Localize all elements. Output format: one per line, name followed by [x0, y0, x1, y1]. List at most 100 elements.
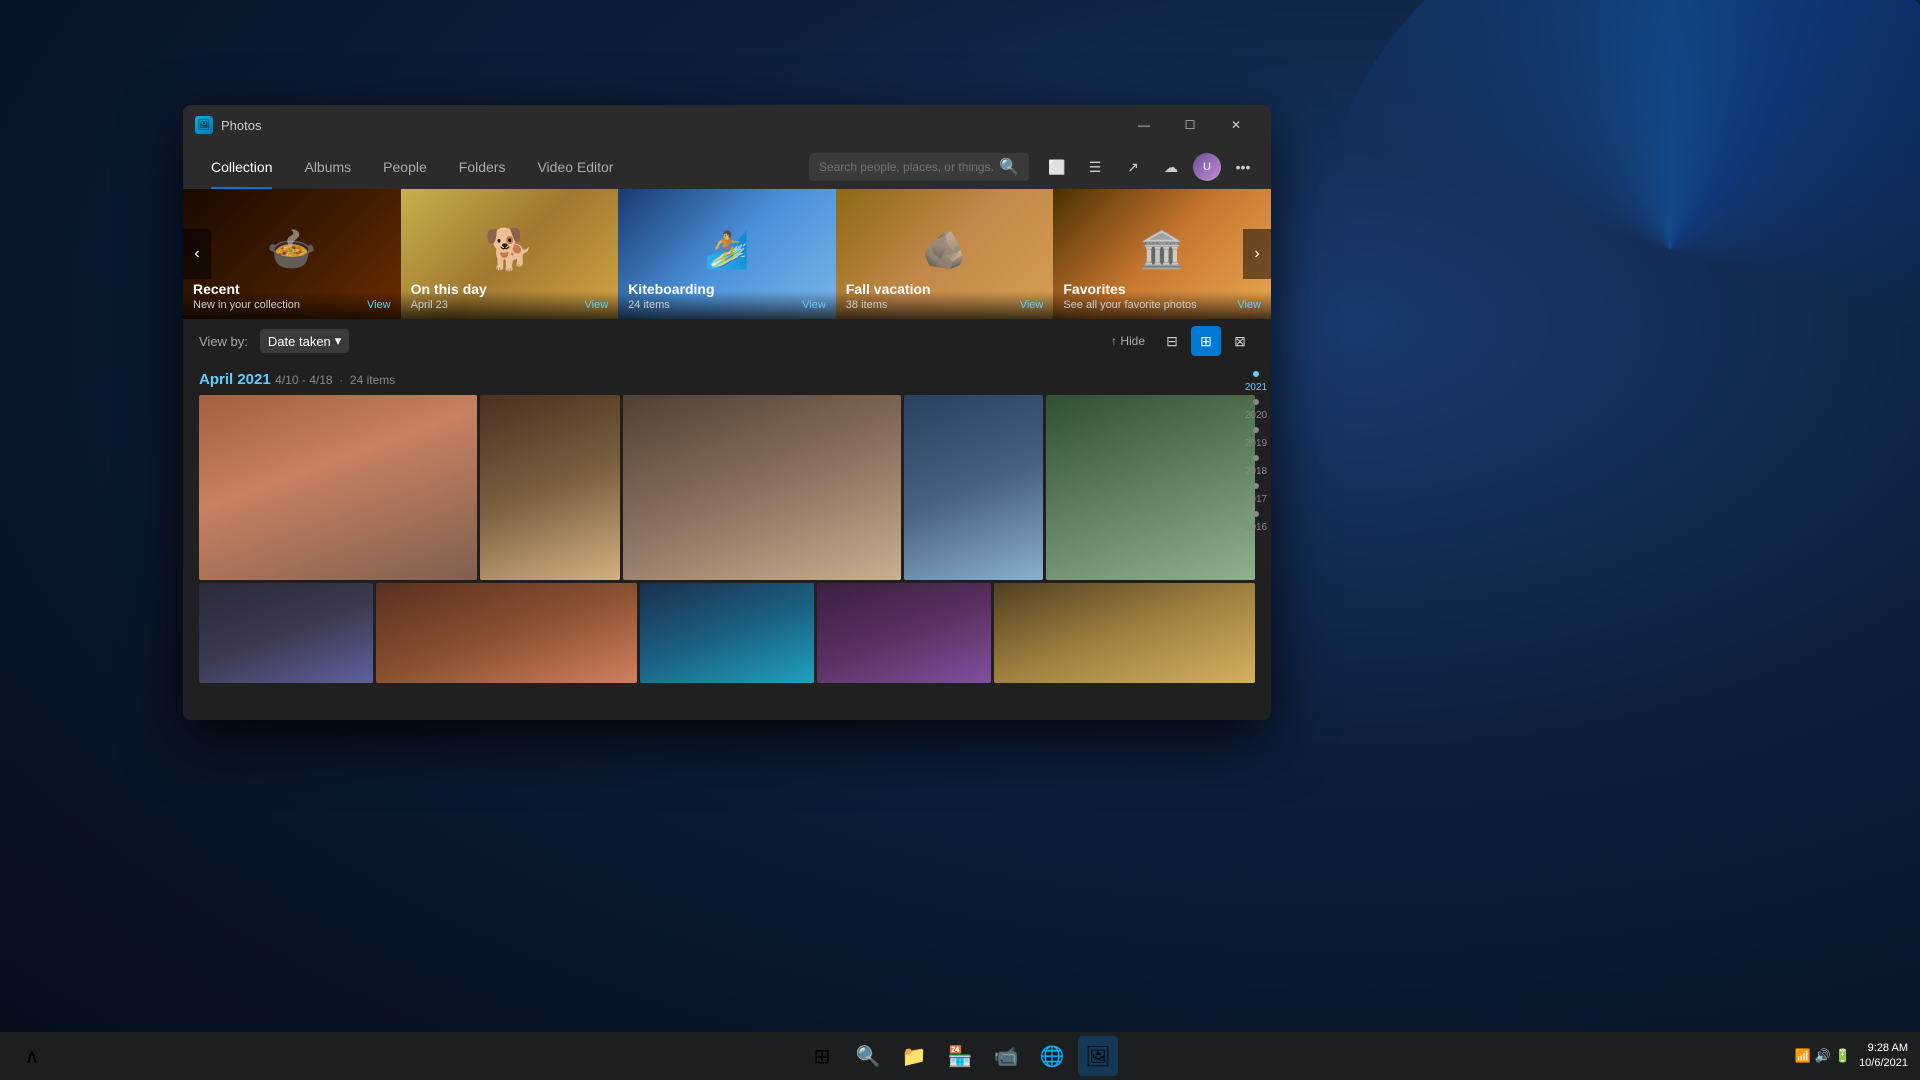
kiteboarding-view-link[interactable]: View [802, 299, 826, 311]
wifi-icon: 📶 [1795, 1048, 1811, 1064]
photo-cell[interactable] [904, 395, 1043, 580]
fallvacation-view-link[interactable]: View [1020, 299, 1044, 311]
maximize-button[interactable]: ☐ [1167, 109, 1213, 141]
featured-strip: ‹ Recent New in your collection View On … [183, 189, 1271, 319]
dropdown-icon: ▾ [335, 333, 342, 349]
onthisday-subtitle: April 23 [411, 299, 609, 311]
app-title: Photos [221, 118, 261, 133]
onthisday-title: On this day [411, 281, 609, 297]
taskbar-right: 📶 🔊 🔋 9:28 AM 10/6/2021 [1795, 1041, 1920, 1072]
kiteboarding-title: Kiteboarding [628, 281, 826, 297]
view-by-select[interactable]: Date taken ▾ [260, 329, 349, 353]
strip-arrow-left[interactable]: ‹ [183, 229, 211, 279]
strip-arrow-right[interactable]: › [1243, 229, 1271, 279]
year-marker-2016[interactable]: 2016 [1245, 521, 1267, 535]
kiteboarding-subtitle: 24 items [628, 299, 826, 311]
favorites-title: Favorites [1063, 281, 1261, 297]
fallvacation-title: Fall vacation [846, 281, 1044, 297]
close-button[interactable]: ✕ [1213, 109, 1259, 141]
section-title: April 2021 [199, 371, 271, 388]
tab-albums[interactable]: Albums [288, 145, 367, 189]
onthisday-overlay: On this day April 23 [401, 273, 619, 319]
tab-video-editor[interactable]: Video Editor [521, 145, 629, 189]
photo-cell[interactable] [994, 583, 1255, 683]
year-marker-2017[interactable]: 2017 [1245, 493, 1267, 507]
share-icon[interactable]: ↗ [1117, 151, 1149, 183]
tab-people[interactable]: People [367, 145, 443, 189]
taskbar: ∧ ⊞ 🔍 📁 🏪 📹 🌐 🖼 📶 🔊 🔋 9:28 AM 10/6/2021 [0, 1032, 1920, 1080]
year-timeline: 2021 2020 2019 2018 2017 2016 [1241, 363, 1271, 720]
year-marker-2019[interactable]: 2019 [1245, 437, 1267, 451]
tab-collection[interactable]: Collection [195, 145, 288, 189]
import-icon[interactable]: ⬜ [1041, 151, 1073, 183]
recent-view-link[interactable]: View [367, 299, 391, 311]
favorites-overlay: Favorites See all your favorite photos [1053, 273, 1271, 319]
recent-overlay: Recent New in your collection [183, 273, 401, 319]
taskbar-edge[interactable]: 🌐 [1032, 1036, 1072, 1076]
filter-icon[interactable]: ☰ [1079, 151, 1111, 183]
view-mode-single[interactable]: ⊟ [1157, 326, 1187, 356]
featured-card-favorites[interactable]: Favorites See all your favorite photos V… [1053, 189, 1271, 319]
view-by-label: View by: [199, 334, 248, 349]
photo-cell[interactable] [199, 583, 373, 683]
featured-card-kiteboarding[interactable]: Kiteboarding 24 items View [618, 189, 836, 319]
photo-cell[interactable] [1046, 395, 1255, 580]
tab-folders[interactable]: Folders [443, 145, 522, 189]
photo-cell[interactable] [817, 583, 991, 683]
clock-time: 9:28 AM [1859, 1041, 1908, 1056]
photo-cell[interactable] [623, 395, 901, 580]
title-bar-controls: — ☐ ✕ [1121, 109, 1259, 141]
photo-grid-row1 [199, 395, 1255, 580]
featured-card-fallvacation[interactable]: Fall vacation 38 items View [836, 189, 1054, 319]
taskbar-search[interactable]: 🔍 [848, 1036, 888, 1076]
year-dot[interactable] [1253, 455, 1259, 461]
search-box[interactable]: 🔍 [809, 153, 1029, 181]
year-marker-2020[interactable]: 2020 [1245, 409, 1267, 423]
year-marker-2021[interactable]: 2021 [1245, 381, 1267, 395]
year-dot[interactable] [1253, 427, 1259, 433]
year-dot[interactable] [1253, 399, 1259, 405]
taskbar-clock[interactable]: 9:28 AM 10/6/2021 [1859, 1041, 1908, 1072]
year-dot[interactable] [1253, 483, 1259, 489]
hide-button[interactable]: ↑ Hide [1111, 334, 1145, 348]
taskbar-center: ⊞ 🔍 📁 🏪 📹 🌐 🖼 [802, 1036, 1118, 1076]
featured-card-onthisday[interactable]: On this day April 23 View [401, 189, 619, 319]
year-dot[interactable] [1253, 371, 1259, 377]
taskbar-windows-button[interactable]: ⊞ [802, 1036, 842, 1076]
taskbar-file-explorer[interactable]: 📁 [894, 1036, 934, 1076]
title-bar-left: 🖼 Photos [195, 116, 261, 134]
content-area: ‹ Recent New in your collection View On … [183, 189, 1271, 720]
section-header: April 2021 4/10 - 4/18 · 24 items [199, 363, 1255, 395]
volume-icon: 🔊 [1815, 1048, 1831, 1064]
clock-date: 10/6/2021 [1859, 1056, 1908, 1071]
cloud-icon[interactable]: ☁ [1155, 151, 1187, 183]
photo-cell[interactable] [640, 583, 814, 683]
recent-title: Recent [193, 281, 391, 297]
nav-bar: Collection Albums People Folders Video E… [183, 145, 1271, 189]
section-meta: 4/10 - 4/18 · 24 items [275, 373, 395, 387]
fallvacation-subtitle: 38 items [846, 299, 1044, 311]
year-marker-2018[interactable]: 2018 [1245, 465, 1267, 479]
view-mode-grid-small[interactable]: ⊠ [1225, 326, 1255, 356]
favorites-view-link[interactable]: View [1237, 299, 1261, 311]
taskbar-photos-app[interactable]: 🖼 [1078, 1036, 1118, 1076]
fallvacation-overlay: Fall vacation 38 items [836, 273, 1054, 319]
onthisday-view-link[interactable]: View [585, 299, 609, 311]
view-mode-grid-medium[interactable]: ⊞ [1191, 326, 1221, 356]
toolbar-icons: ⬜ ☰ ↗ ☁ U ••• [1041, 151, 1259, 183]
taskbar-teams[interactable]: 📹 [986, 1036, 1026, 1076]
featured-card-recent[interactable]: Recent New in your collection View [183, 189, 401, 319]
taskbar-store[interactable]: 🏪 [940, 1036, 980, 1076]
title-bar: 🖼 Photos — ☐ ✕ [183, 105, 1271, 145]
year-dot[interactable] [1253, 511, 1259, 517]
taskbar-notification[interactable]: ∧ [12, 1036, 52, 1076]
minimize-button[interactable]: — [1121, 109, 1167, 141]
photo-cell[interactable] [199, 395, 477, 580]
photo-cell[interactable] [480, 395, 619, 580]
photo-cell[interactable] [376, 583, 637, 683]
avatar[interactable]: U [1193, 153, 1221, 181]
more-icon[interactable]: ••• [1227, 151, 1259, 183]
taskbar-sys-tray: 📶 🔊 🔋 [1795, 1048, 1852, 1064]
battery-icon: 🔋 [1835, 1048, 1851, 1064]
search-input[interactable] [819, 160, 993, 174]
